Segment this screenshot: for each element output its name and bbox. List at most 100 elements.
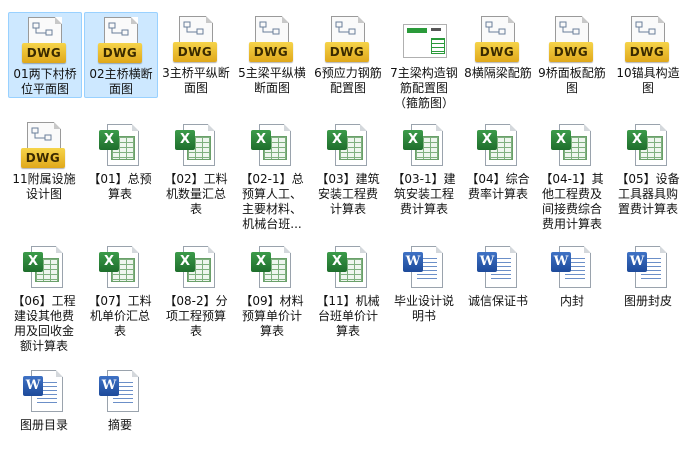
file-item[interactable]: X 【11】机械台班单价计算表: [312, 240, 384, 339]
file-name-label: 8横隔梁配筋: [464, 66, 532, 80]
excel-file-icon: X: [21, 244, 67, 294]
file-name-label: 【11】机械台班单价计算表: [316, 294, 380, 338]
excel-badge: X: [403, 130, 423, 150]
file-name-label: 【02-1】总预算人工、主要材料、机械台班...: [240, 172, 304, 231]
file-name-label: 3主桥平纵断面图: [162, 66, 230, 95]
file-item[interactable]: X 【07】工料机单价汇总表: [84, 240, 156, 339]
file-item[interactable]: X 【09】材料预算单价计算表: [236, 240, 308, 339]
excel-badge: X: [327, 130, 347, 150]
excel-badge: X: [327, 252, 347, 272]
dwg-file-icon: DWG: [625, 16, 671, 66]
file-item[interactable]: X 【04】综合费率计算表: [462, 118, 534, 202]
word-file-icon: W: [401, 244, 447, 294]
file-name-label: 【07】工料机单价汇总表: [88, 294, 152, 338]
excel-badge: X: [551, 130, 571, 150]
excel-badge: X: [99, 130, 119, 150]
file-item[interactable]: DWG 11附属设施设计图: [8, 118, 80, 202]
word-badge: W: [23, 376, 43, 396]
dwg-tag: DWG: [549, 42, 593, 62]
excel-badge: X: [251, 130, 271, 150]
file-item[interactable]: DWG 02主桥横断面图: [84, 12, 158, 98]
excel-badge: X: [99, 252, 119, 272]
file-item[interactable]: W 内封: [536, 240, 608, 309]
dwg-tag: DWG: [98, 43, 142, 63]
dwg-file-icon: DWG: [98, 17, 144, 67]
file-name-label: 【08-2】分项工程预算表: [164, 294, 228, 338]
file-item[interactable]: W 图册封皮: [612, 240, 684, 309]
excel-file-icon: X: [97, 122, 143, 172]
excel-file-icon: X: [325, 244, 371, 294]
dwg-tag: DWG: [625, 42, 669, 62]
word-file-icon: W: [625, 244, 671, 294]
file-name-label: 图册目录: [19, 418, 68, 432]
file-item[interactable]: X 【02】工料机数量汇总表: [160, 118, 232, 217]
file-item[interactable]: DWG 9桥面板配筋图: [536, 12, 608, 96]
dwg-file-icon: DWG: [475, 16, 521, 66]
excel-file-icon: X: [173, 244, 219, 294]
word-badge: W: [627, 252, 647, 272]
dwg-tag: DWG: [249, 42, 293, 62]
file-item[interactable]: W 诚信保证书: [462, 240, 534, 309]
word-badge: W: [477, 252, 497, 272]
file-item[interactable]: X 【05】设备工具器具购置费计算表: [612, 118, 684, 217]
dwg-file-icon: DWG: [22, 17, 68, 67]
file-item[interactable]: X 【06】工程建设其他费用及回收金额计算表: [8, 240, 80, 354]
excel-file-icon: X: [549, 122, 595, 172]
file-item[interactable]: X 【04-1】其他工程费及间接费综合费用计算表: [536, 118, 608, 232]
word-file-icon: W: [21, 368, 67, 418]
excel-badge: X: [23, 252, 43, 272]
file-item[interactable]: X 【02-1】总预算人工、主要材料、机械台班...: [236, 118, 308, 232]
file-name-label: 【04】综合费率计算表: [466, 172, 530, 201]
file-name-label: 10锚具构造图: [616, 66, 680, 95]
dwg-tag: DWG: [22, 43, 66, 63]
file-name-label: 01两下村桥位平面图: [13, 67, 77, 96]
dwg-tag: DWG: [325, 42, 369, 62]
file-item[interactable]: W 图册目录: [8, 364, 80, 433]
file-item[interactable]: W 摘要: [84, 364, 156, 433]
file-name-label: 【01】总预算表: [88, 172, 152, 201]
excel-badge: X: [477, 130, 497, 150]
file-name-label: 6预应力钢筋配置图: [314, 66, 382, 95]
file-name-label: 【03-1】建筑安装工程费计算表: [392, 172, 456, 216]
excel-file-icon: X: [475, 122, 521, 172]
file-name-label: 【04-1】其他工程费及间接费综合费用计算表: [540, 172, 604, 231]
excel-badge: X: [175, 252, 195, 272]
file-name-label: 【09】材料预算单价计算表: [240, 294, 304, 338]
file-name-label: 7主梁构造钢筋配置图（箍筋图）: [390, 66, 458, 110]
dwg-file-icon: DWG: [173, 16, 219, 66]
dwg-file-icon: DWG: [549, 16, 595, 66]
dwg-file-icon: DWG: [21, 122, 67, 172]
file-item[interactable]: W 毕业设计说明书: [388, 240, 460, 324]
file-name-label: 【02】工料机数量汇总表: [164, 172, 228, 216]
dwg-file-icon: DWG: [249, 16, 295, 66]
file-item[interactable]: DWG 5主梁平纵横断面图: [236, 12, 308, 96]
file-name-label: 【03】建筑安装工程费计算表: [316, 172, 380, 216]
file-item[interactable]: DWG 6预应力钢筋配置图: [312, 12, 384, 96]
file-item[interactable]: DWG 10锚具构造图: [612, 12, 684, 96]
file-item[interactable]: X 【01】总预算表: [84, 118, 156, 202]
excel-file-icon: X: [325, 122, 371, 172]
file-item[interactable]: X 【03-1】建筑安装工程费计算表: [388, 118, 460, 217]
file-item[interactable]: DWG 01两下村桥位平面图: [8, 12, 82, 98]
word-badge: W: [551, 252, 571, 272]
excel-file-icon: X: [249, 122, 295, 172]
file-item[interactable]: DWG 3主桥平纵断面图: [160, 12, 232, 96]
excel-file-icon: X: [173, 122, 219, 172]
file-item[interactable]: DWG 8横隔梁配筋: [462, 12, 534, 81]
excel-file-icon: X: [401, 122, 447, 172]
file-item[interactable]: X 【03】建筑安装工程费计算表: [312, 118, 384, 217]
file-name-label: 图册封皮: [623, 294, 672, 308]
file-name-label: 02主桥横断面图: [89, 67, 153, 96]
file-item[interactable]: X 【08-2】分项工程预算表: [160, 240, 232, 339]
excel-file-icon: X: [97, 244, 143, 294]
excel-file-icon: X: [625, 122, 671, 172]
excel-badge: X: [175, 130, 195, 150]
file-name-label: 【06】工程建设其他费用及回收金额计算表: [12, 294, 76, 353]
word-file-icon: W: [549, 244, 595, 294]
file-name-label: 毕业设计说明书: [393, 294, 454, 323]
word-file-icon: W: [97, 368, 143, 418]
excel-file-icon: X: [249, 244, 295, 294]
file-name-label: 内封: [559, 294, 584, 308]
file-item[interactable]: 7主梁构造钢筋配置图（箍筋图）: [388, 12, 460, 111]
dwg-tag: DWG: [21, 148, 65, 168]
